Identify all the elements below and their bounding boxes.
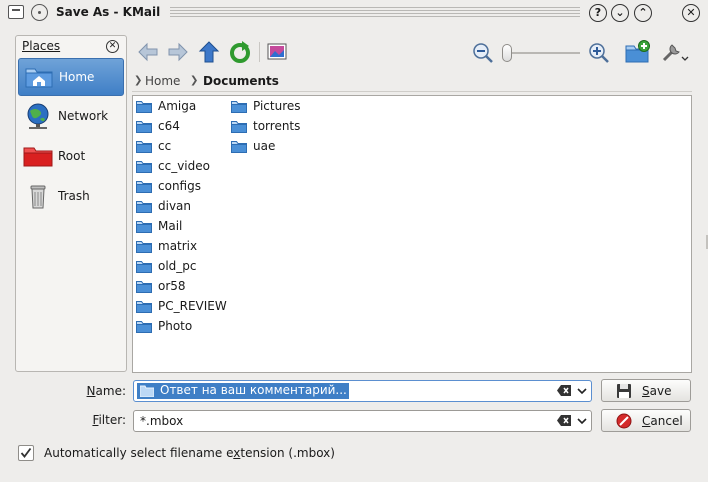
- keep-above-icon[interactable]: [31, 4, 48, 21]
- home-folder-icon: [25, 68, 53, 88]
- filter-dropdown-chevron-icon[interactable]: [575, 414, 589, 428]
- preview-icon[interactable]: [265, 40, 289, 64]
- cancel-icon: [616, 413, 632, 429]
- clear-filter-icon[interactable]: [557, 415, 571, 426]
- root-folder-icon: [23, 147, 53, 167]
- filter-label: Filter:: [92, 413, 126, 427]
- maximize-icon[interactable]: ⌃: [634, 4, 652, 22]
- checkmark-icon: [20, 447, 32, 458]
- save-button[interactable]: Save: [601, 379, 691, 402]
- place-label-home: Home: [59, 70, 95, 84]
- zoom-in-icon[interactable]: [588, 42, 610, 64]
- close-icon[interactable]: ✕: [682, 4, 700, 22]
- places-close-icon[interactable]: ✕: [106, 40, 119, 53]
- name-label: Name:: [86, 384, 126, 398]
- folder-icon: [136, 321, 152, 333]
- folder-name: Mail: [158, 219, 183, 233]
- up-arrow-icon[interactable]: [197, 40, 221, 64]
- file-view[interactable]: [132, 95, 692, 373]
- filter-input[interactable]: *.mbox: [140, 414, 183, 428]
- folder-icon: [231, 121, 247, 133]
- folder-name: configs: [158, 179, 201, 193]
- folder-name: uae: [253, 139, 276, 153]
- folder-name: or58: [158, 279, 186, 293]
- name-combobox[interactable]: Ответ на ваш комментарий...: [133, 380, 592, 402]
- folder-name: torrents: [253, 119, 301, 133]
- place-label-root: Root: [58, 149, 86, 163]
- forward-arrow-icon[interactable]: [166, 40, 190, 64]
- title-bar-grip: [170, 7, 580, 19]
- folder-name: matrix: [158, 239, 198, 253]
- folder-icon: [136, 241, 152, 253]
- place-item-trash[interactable]: Trash: [18, 178, 124, 216]
- folder-icon: [136, 141, 152, 153]
- filter-combobox[interactable]: *.mbox: [133, 410, 592, 432]
- breadcrumb-arrow-icon[interactable]: ❯: [134, 75, 142, 86]
- place-item-home[interactable]: Home: [18, 58, 124, 96]
- help-icon[interactable]: ?: [589, 4, 607, 22]
- folder-name: cc_video: [158, 159, 210, 173]
- folder-name: PC_REVIEW: [158, 299, 227, 313]
- breadcrumb-home[interactable]: Home: [145, 74, 180, 88]
- folder-icon: [136, 161, 152, 173]
- window-title: Save As - KMail: [56, 5, 161, 19]
- cancel-button[interactable]: Cancel: [601, 409, 691, 432]
- place-label-trash: Trash: [58, 189, 90, 203]
- back-arrow-icon[interactable]: [136, 40, 160, 64]
- trash-icon: [30, 185, 46, 209]
- window-menu-icon[interactable]: [8, 5, 24, 19]
- folder-name: Pictures: [253, 99, 301, 113]
- places-title: Places: [22, 39, 61, 53]
- network-globe-icon: [27, 103, 49, 129]
- toolbar-separator: [259, 42, 260, 62]
- name-dropdown-chevron-icon[interactable]: [575, 384, 589, 398]
- zoom-slider-handle[interactable]: [502, 44, 512, 62]
- clear-name-icon[interactable]: [557, 385, 571, 396]
- folder-icon: [136, 301, 152, 313]
- folder-icon: [231, 141, 247, 153]
- breadcrumb-separator-icon[interactable]: ❯: [190, 75, 198, 86]
- options-tools-icon[interactable]: [660, 40, 690, 64]
- auto-extension-label[interactable]: Automatically select filename extension …: [44, 446, 335, 460]
- minimize-icon[interactable]: ⌄: [611, 4, 629, 22]
- place-item-root[interactable]: Root: [18, 138, 124, 176]
- folder-icon: [136, 261, 152, 273]
- reload-icon[interactable]: [228, 40, 252, 64]
- file-folder-icon: [140, 385, 154, 397]
- new-folder-icon[interactable]: [625, 40, 651, 64]
- folder-name: Photo: [158, 319, 193, 333]
- auto-extension-checkbox[interactable]: [18, 445, 34, 461]
- folder-name: cc: [158, 139, 172, 153]
- folder-name: Amiga: [158, 99, 197, 113]
- folder-icon: [136, 101, 152, 113]
- folder-name: c64: [158, 119, 180, 133]
- folder-icon: [136, 201, 152, 213]
- folder-icon: [136, 181, 152, 193]
- folder-icon: [136, 121, 152, 133]
- place-label-network: Network: [58, 109, 109, 123]
- folder-icon: [231, 101, 247, 113]
- folder-icon: [136, 281, 152, 293]
- folder-icon: [136, 221, 152, 233]
- zoom-out-icon[interactable]: [472, 42, 494, 64]
- place-item-network[interactable]: Network: [18, 98, 124, 136]
- folder-name: old_pc: [158, 259, 197, 273]
- breadcrumb-documents[interactable]: Documents: [203, 74, 279, 88]
- zoom-slider-track[interactable]: [504, 52, 580, 54]
- save-disk-icon: [617, 384, 631, 398]
- name-input[interactable]: Ответ на ваш комментарий...: [160, 383, 347, 397]
- folder-name: divan: [158, 199, 192, 213]
